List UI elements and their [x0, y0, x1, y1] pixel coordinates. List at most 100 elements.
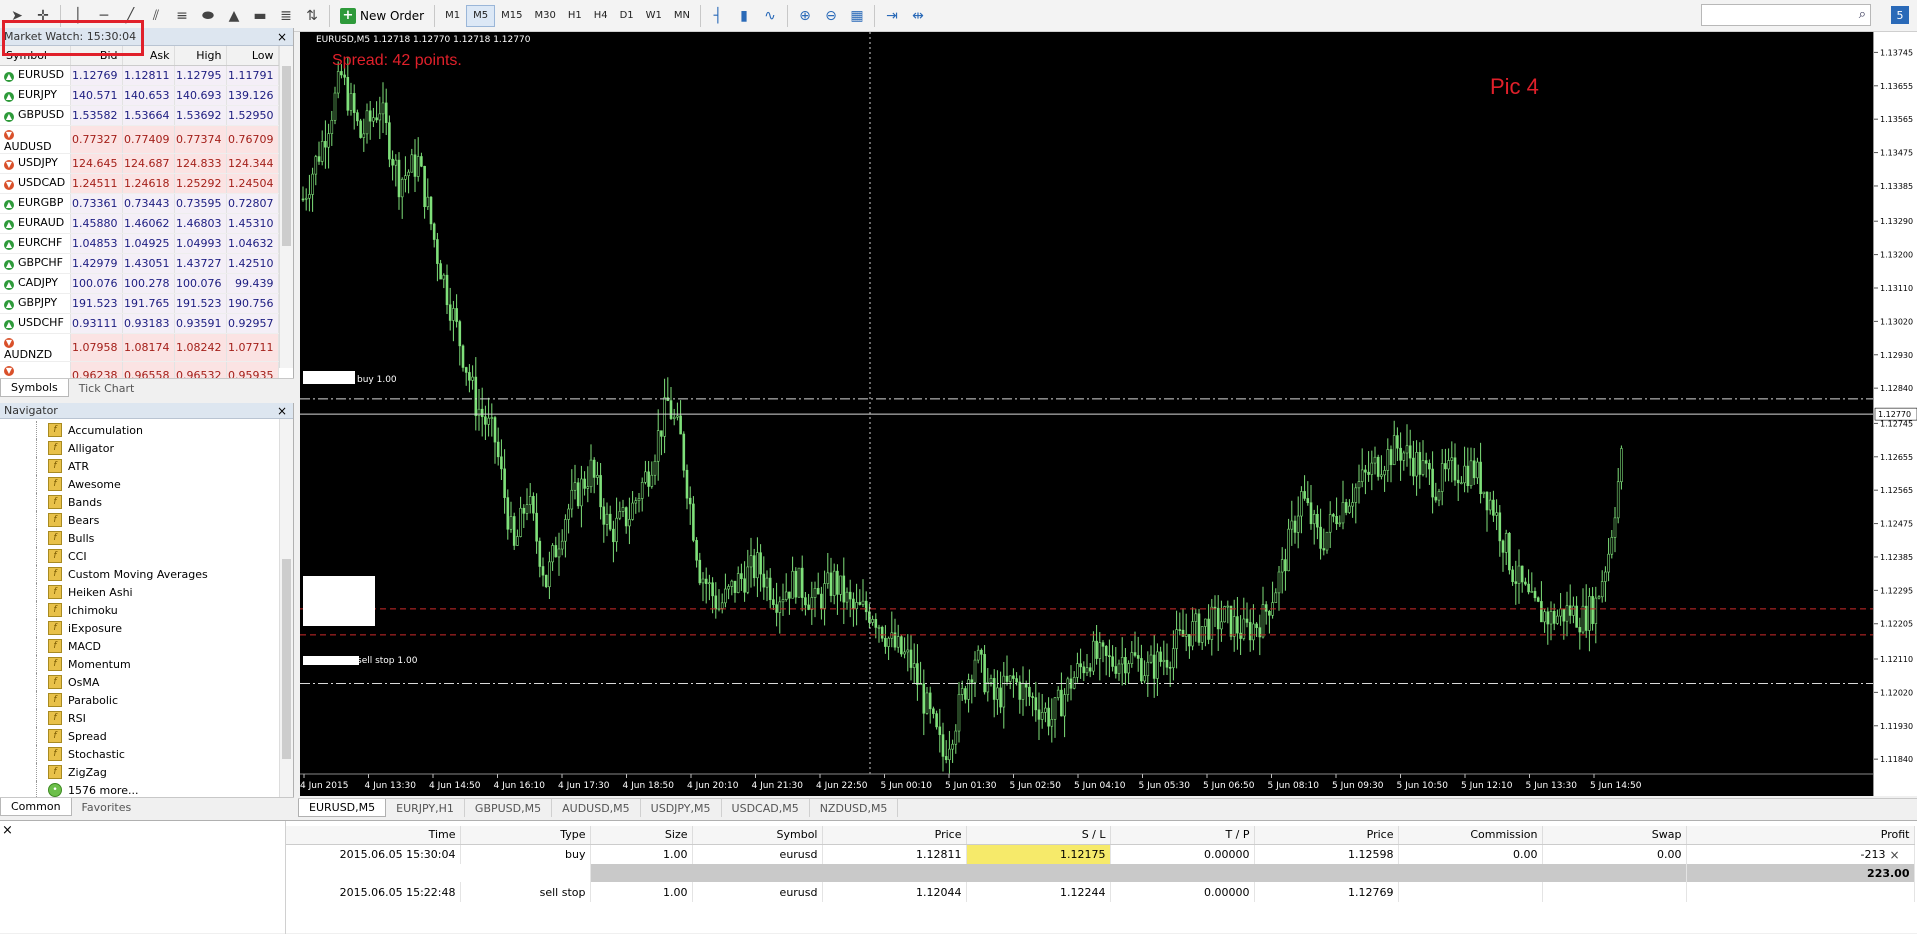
navigator-item[interactable]: f ATR [0, 457, 293, 475]
symbol-row[interactable]: ▲ USDCHF 0.93111 0.93183 0.93591 0.92957 [0, 313, 279, 334]
close-icon[interactable]: × [277, 404, 287, 418]
tab-favorites[interactable]: Favorites [72, 798, 142, 816]
horizontal-line-icon[interactable]: ─ [91, 3, 117, 29]
zoom-out-icon[interactable]: ⊖ [818, 3, 844, 29]
navigator-item[interactable]: f Stochastic [0, 745, 293, 763]
symbol-row[interactable]: ▲ EURAUD 1.45880 1.46062 1.46803 1.45310 [0, 213, 279, 234]
navigator-item[interactable]: f CCI [0, 547, 293, 565]
navigator-item[interactable]: f Spread [0, 727, 293, 745]
help-icon[interactable]: 5 [1891, 6, 1909, 24]
navigator-item[interactable]: f Bulls [0, 529, 293, 547]
symbol-row[interactable]: ▲ CADJPY 100.076 100.278 100.076 99.439 [0, 273, 279, 294]
symbol-row[interactable]: ▲ GBPCHF 1.42979 1.43051 1.43727 1.42510 [0, 253, 279, 274]
navigator-item[interactable]: f Custom Moving Averages [0, 565, 293, 583]
timeframe-d1-button[interactable]: D1 [614, 5, 640, 27]
tab-common[interactable]: Common [0, 798, 72, 816]
arrows-tool-icon[interactable]: ⇅ [299, 3, 325, 29]
symbol-row[interactable]: ▼ USDJPY 124.645 124.687 124.833 124.344 [0, 153, 279, 174]
close-position-icon[interactable]: × [1889, 848, 1899, 862]
chart-tab-eurusd-m5[interactable]: EURUSD,M5 [298, 799, 387, 817]
column-header-price-4[interactable]: Price [822, 826, 967, 845]
navigator-item[interactable]: f Awesome [0, 475, 293, 493]
navigator-item[interactable]: f Alligator [0, 439, 293, 457]
zoom-in-icon[interactable]: ⊕ [792, 3, 818, 29]
navigator-item[interactable]: f Bears [0, 511, 293, 529]
symbol-row[interactable]: ▼AUDNZD 1.07958 1.08174 1.08242 1.07711 [0, 333, 279, 362]
trade-row[interactable]: 2015.06.05 15:30:04 buy 1.00 eurusd 1.12811 1… [286, 844, 1915, 864]
timeframe-w1-button[interactable]: W1 [640, 5, 668, 27]
column-header-bid[interactable]: Bid [70, 46, 123, 66]
column-header-tp-6[interactable]: T / P [1110, 826, 1255, 845]
chart-tab-usdjpy-m5[interactable]: USDJPY,M5 [641, 799, 722, 817]
column-header-commission-8[interactable]: Commission [1398, 826, 1543, 845]
timeframe-m1-button[interactable]: M1 [439, 5, 466, 27]
column-header-profit-10[interactable]: Profit [1686, 826, 1915, 845]
chart-tab-gbpusd-m5[interactable]: GBPUSD,M5 [465, 799, 553, 817]
chart-tab-eurjpy-h1[interactable]: EURJPY,H1 [386, 799, 465, 817]
symbol-row[interactable]: ▼AUDUSD 0.77327 0.77409 0.77374 0.76709 [0, 125, 279, 154]
navigator-item[interactable]: f ZigZag [0, 763, 293, 781]
timeframe-m5-button[interactable]: M5 [466, 4, 496, 27]
column-header-sl-5[interactable]: S / L [966, 826, 1111, 845]
column-header-symbol-3[interactable]: Symbol [692, 826, 823, 845]
triangle-icon[interactable]: ▲ [221, 3, 247, 29]
new-order-button[interactable]: + New Order [334, 4, 430, 28]
ellipse-icon[interactable]: ⬬ [195, 3, 221, 29]
tab-tick-chart[interactable]: Tick Chart [69, 379, 145, 397]
column-header-size-2[interactable]: Size [590, 826, 693, 845]
timeframe-m15-button[interactable]: M15 [495, 5, 528, 27]
market-watch-scrollbar[interactable] [279, 46, 293, 368]
chart-tab-audusd-m5[interactable]: AUDUSD,M5 [552, 799, 641, 817]
timeframe-h1-button[interactable]: H1 [562, 5, 588, 27]
trendline-icon[interactable]: ╱ [117, 3, 143, 29]
column-header-swap-9[interactable]: Swap [1542, 826, 1687, 845]
price-chart[interactable]: 4 Jun 2015 4 Jun 13:30 4 Jun 14:50 4 Jun 16… [300, 32, 1875, 796]
column-header-low[interactable]: Low [226, 46, 279, 66]
vertical-line-icon[interactable]: │ [65, 3, 91, 29]
symbol-row[interactable]: ▲ GBPJPY 191.523 191.765 191.523 190.756 [0, 293, 279, 314]
cursor-icon[interactable]: ➤ [4, 3, 30, 29]
chart-shift-icon[interactable]: ⇹ [905, 3, 931, 29]
column-header-ask[interactable]: Ask [122, 46, 175, 66]
fibonacci-icon[interactable]: ≡ [169, 3, 195, 29]
chart-tab-nzdusd-m5[interactable]: NZDUSD,M5 [810, 799, 899, 817]
timeframe-mn-button[interactable]: MN [668, 5, 696, 27]
close-icon[interactable]: × [2, 823, 13, 838]
symbol-row[interactable]: ▲ EURUSD 1.12769 1.12811 1.12795 1.11791 [0, 65, 279, 86]
symbol-row[interactable]: ▲ EURCHF 1.04853 1.04925 1.04993 1.04632 [0, 233, 279, 254]
navigator-item[interactable]: f Momentum [0, 655, 293, 673]
column-header-time-0[interactable]: Time [286, 826, 461, 845]
navigator-item[interactable]: f MACD [0, 637, 293, 655]
line-chart-icon[interactable]: ∿ [757, 3, 783, 29]
rectangle-icon[interactable]: ▬ [247, 3, 273, 29]
column-header-high[interactable]: High [174, 46, 227, 66]
trade-row[interactable]: 2015.06.05 15:22:48 sell stop 1.00 eurusd 1.… [286, 882, 1915, 902]
symbol-row[interactable]: ▼ USDCAD 1.24511 1.24618 1.25292 1.24504 [0, 173, 279, 194]
navigator-item[interactable]: f Heiken Ashi [0, 583, 293, 601]
candlestick-icon[interactable]: ▮ [731, 3, 757, 29]
tab-symbols[interactable]: Symbols [0, 379, 69, 397]
text-tool-icon[interactable]: ≣ [273, 3, 299, 29]
column-header-type-1[interactable]: Type [460, 826, 591, 845]
navigator-item[interactable]: f iExposure [0, 619, 293, 637]
bar-chart-icon[interactable]: ┤ [705, 3, 731, 29]
navigator-item[interactable]: f Ichimoku [0, 601, 293, 619]
timeframe-m30-button[interactable]: M30 [528, 5, 561, 27]
chart-tab-usdcad-m5[interactable]: USDCAD,M5 [722, 799, 810, 817]
navigator-scrollbar[interactable] [279, 419, 293, 799]
navigator-item[interactable]: f Parabolic [0, 691, 293, 709]
navigator-item[interactable]: f RSI [0, 709, 293, 727]
column-header-price-7[interactable]: Price [1254, 826, 1399, 845]
timeframe-h4-button[interactable]: H4 [588, 5, 614, 27]
channel-icon[interactable]: ⫽ [143, 3, 169, 29]
symbol-row[interactable]: ▲ EURJPY 140.571 140.653 140.693 139.126 [0, 85, 279, 106]
tile-windows-icon[interactable]: ▦ [844, 3, 870, 29]
autoscroll-icon[interactable]: ⇥ [879, 3, 905, 29]
navigator-item[interactable]: f Bands [0, 493, 293, 511]
symbol-row[interactable]: ▲ EURGBP 0.73361 0.73443 0.73595 0.72807 [0, 193, 279, 214]
column-header-symbol[interactable]: Symbol [0, 46, 71, 66]
close-icon[interactable]: × [277, 30, 287, 44]
navigator-item[interactable]: f OsMA [0, 673, 293, 691]
crosshair-icon[interactable]: ✛ [30, 3, 56, 29]
symbol-row[interactable]: ▲ GBPUSD 1.53582 1.53664 1.53692 1.52950 [0, 105, 279, 126]
